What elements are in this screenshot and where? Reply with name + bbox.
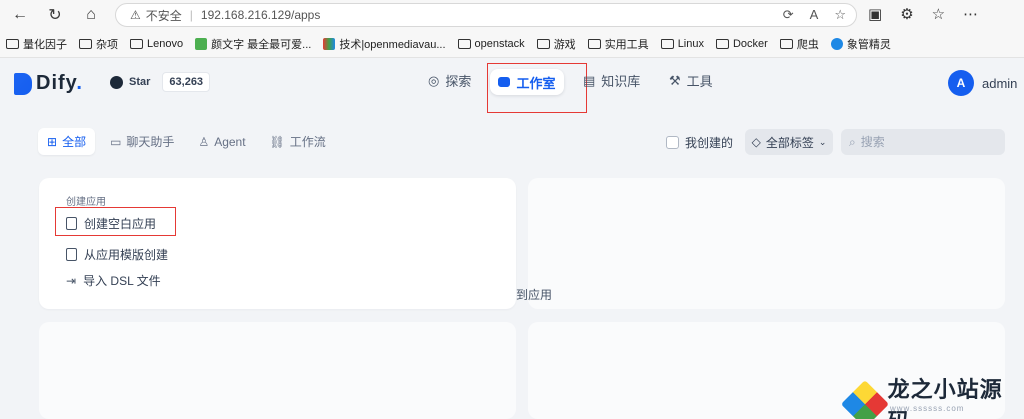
workflow-icon: ⛓ xyxy=(269,134,285,149)
extension-icons: ▣ ⚙ ☆ ⋯ xyxy=(868,5,978,23)
tab-agent[interactable]: ♙ Agent xyxy=(189,130,254,154)
book-icon: ▤ xyxy=(583,72,596,88)
app-card-placeholder xyxy=(39,322,516,419)
watermark-subtext: www.ssssss.com xyxy=(890,404,965,413)
hammer-icon: ⚒ xyxy=(669,72,681,88)
folder-icon xyxy=(779,38,793,49)
bookmarks-bar: 量化因子 杂项 Lenovo 颜文字 最全最可爱... 技术|openmedia… xyxy=(0,30,1024,58)
search-icon: ⌕ xyxy=(849,134,856,149)
create-app-title: 创建应用 xyxy=(66,197,106,208)
read-aloud-icon[interactable]: A xyxy=(810,7,819,23)
create-from-template-button[interactable]: 从应用模版创建 xyxy=(66,246,168,263)
address-separator: | xyxy=(189,8,193,22)
chevron-down-icon: ⌄ xyxy=(818,136,827,147)
bookmark-item[interactable]: 技术|openmediavau... xyxy=(323,36,446,52)
compass-icon: ◎ xyxy=(428,72,440,88)
drop-hint-text: 到应用 xyxy=(516,288,553,302)
extensions-icon[interactable]: ⚙ xyxy=(900,5,913,23)
folder-icon xyxy=(6,38,19,49)
bookmark-item[interactable]: 游戏 xyxy=(536,36,576,52)
dify-logo[interactable]: Dify. xyxy=(14,72,83,95)
dify-logo-icon xyxy=(14,72,32,95)
folder-icon xyxy=(715,38,729,49)
home-icon[interactable]: ⌂ xyxy=(79,3,103,27)
tag-filter-select[interactable]: ◇ 全部标签 ⌄ xyxy=(745,129,833,155)
github-star-button[interactable]: Star 63,263 xyxy=(110,72,211,92)
nav-knowledge[interactable]: ▤ 知识库 xyxy=(583,71,640,90)
bookmark-item[interactable]: 颜文字 最全最可爱... xyxy=(195,36,311,52)
watermark-logo-icon xyxy=(840,380,889,419)
bookmark-item[interactable]: 象管精灵 xyxy=(830,36,891,52)
annotation-highlight-create-blank xyxy=(55,207,176,236)
search-box[interactable]: ⌕ xyxy=(841,129,1005,155)
import-dsl-button[interactable]: ⇥ 导入 DSL 文件 xyxy=(66,272,161,289)
search-input[interactable] xyxy=(860,135,991,149)
bookmark-item[interactable]: openstack xyxy=(457,38,525,50)
star-count: 63,263 xyxy=(162,72,211,92)
bookmark-item[interactable]: Docker xyxy=(715,38,768,50)
create-app-card xyxy=(39,178,516,309)
created-by-me-checkbox[interactable] xyxy=(666,136,679,149)
folder-icon xyxy=(660,38,674,49)
favorite-star-icon[interactable]: ☆ xyxy=(834,7,846,23)
url-text[interactable]: 192.168.216.129/apps xyxy=(201,8,320,22)
back-icon[interactable]: ← xyxy=(8,3,32,27)
bookmark-item[interactable]: 量化因子 xyxy=(6,36,67,52)
blue-favicon-icon xyxy=(830,37,843,50)
favorites-icon[interactable]: ☆ xyxy=(932,5,945,23)
template-icon xyxy=(66,248,77,261)
created-by-me-label: 我创建的 xyxy=(685,136,734,150)
warning-icon: ⚠ xyxy=(130,8,141,22)
logo-text: Dify xyxy=(36,72,77,94)
tab-actions-icon[interactable]: ▣ xyxy=(868,5,882,23)
security-label: 不安全 xyxy=(145,8,182,23)
import-icon: ⇥ xyxy=(66,273,77,288)
bookmark-item[interactable]: Linux xyxy=(660,38,704,50)
green-favicon-icon xyxy=(195,37,208,50)
tab-workflow[interactable]: ⛓ 工作流 xyxy=(261,128,335,155)
bookmark-item[interactable]: 爬虫 xyxy=(779,36,819,52)
folder-icon xyxy=(457,38,471,49)
app-card-placeholder xyxy=(528,178,1005,309)
tag-icon: ◇ xyxy=(751,135,761,149)
agent-icon: ♙ xyxy=(198,134,210,149)
created-by-me-filter[interactable]: 我创建的 xyxy=(666,134,733,151)
annotation-highlight-studio xyxy=(487,63,587,113)
user-menu[interactable]: A admin ⌄ xyxy=(948,70,1024,96)
refresh-translate-icon[interactable]: ⟳ xyxy=(783,7,794,23)
bookmark-item[interactable]: Lenovo xyxy=(130,38,183,50)
bookmark-item[interactable]: 杂项 xyxy=(79,36,118,52)
app-type-tabs: ⊞ 全部 ▭ 聊天助手 ♙ Agent ⛓ 工作流 xyxy=(38,128,335,155)
grid-icon: ⊞ xyxy=(47,134,58,149)
colored-favicon-icon xyxy=(323,37,336,50)
chat-icon: ▭ xyxy=(110,134,122,149)
avatar: A xyxy=(948,70,974,96)
tab-chat-assistant[interactable]: ▭ 聊天助手 xyxy=(101,128,183,155)
github-star-label: Star xyxy=(129,76,151,88)
github-icon xyxy=(110,75,123,89)
reload-icon[interactable]: ↻ xyxy=(43,3,67,27)
more-menu-icon[interactable]: ⋯ xyxy=(963,5,978,23)
tab-all[interactable]: ⊞ 全部 xyxy=(38,128,96,155)
folder-icon xyxy=(79,38,92,49)
folder-icon xyxy=(587,38,601,49)
nav-tools[interactable]: ⚒ 工具 xyxy=(669,71,713,90)
folder-icon xyxy=(536,38,550,49)
folder-icon xyxy=(130,38,143,49)
user-name: admin xyxy=(982,75,1018,91)
nav-explore[interactable]: ◎ 探索 xyxy=(428,71,471,90)
address-bar[interactable]: ⚠ 不安全 | 192.168.216.129/apps ⟳ A ☆ xyxy=(115,3,857,27)
logo-dot: . xyxy=(76,72,83,94)
bookmark-item[interactable]: 实用工具 xyxy=(587,36,649,52)
